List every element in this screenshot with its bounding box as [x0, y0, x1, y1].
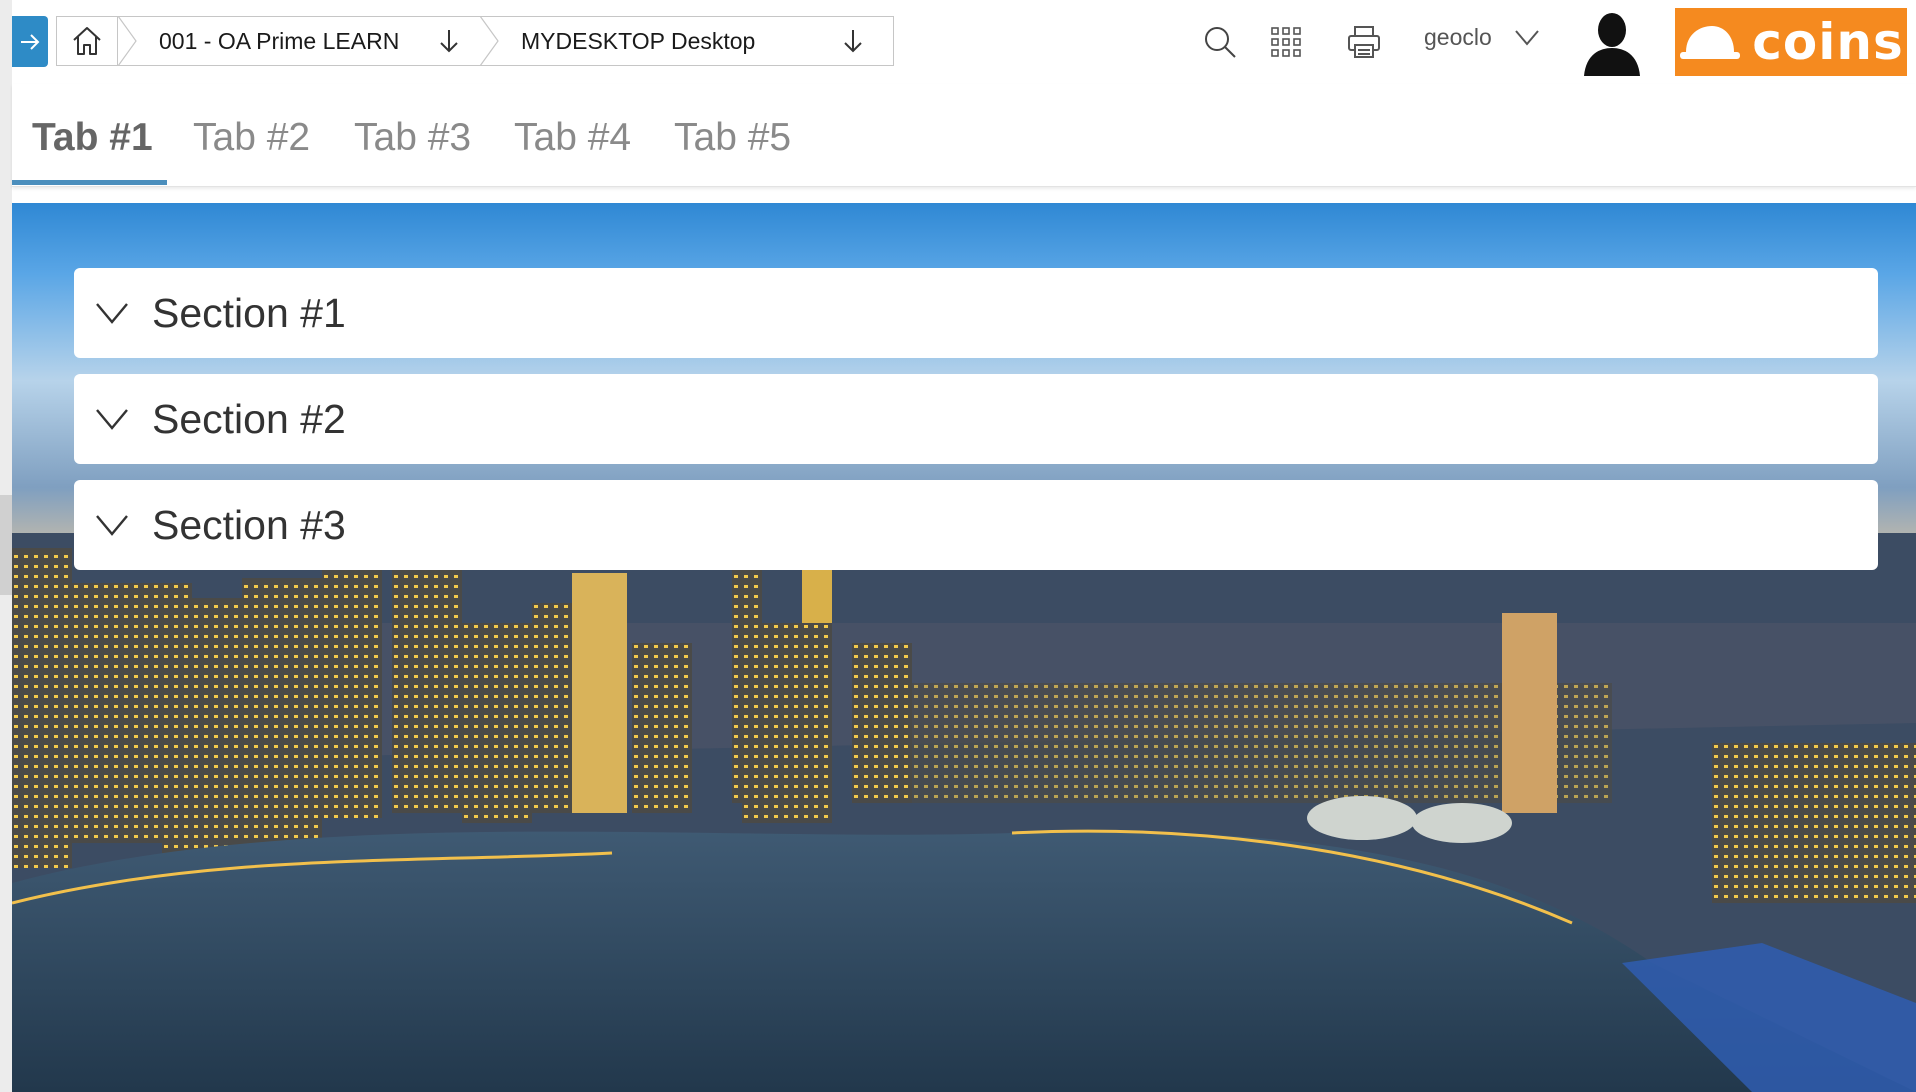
tab-3[interactable]: Tab #3: [354, 116, 471, 160]
arrow-down-icon: [440, 30, 458, 53]
section-1-label: Section #1: [152, 289, 346, 336]
section-2-header[interactable]: Section #2: [74, 374, 1878, 464]
section-2-label: Section #2: [152, 395, 346, 442]
section-1-header[interactable]: Section #1: [74, 268, 1878, 358]
logo-text: coins: [1752, 13, 1904, 71]
breadcrumb-separator: [117, 16, 137, 66]
chevron-down-icon: [96, 409, 128, 430]
company-selector[interactable]: 001 - OA Prime LEARN: [118, 16, 482, 66]
breadcrumb-separator: [479, 16, 499, 66]
tab-bar: Tab #1 Tab #2 Tab #3 Tab #4 Tab #5: [12, 84, 1916, 187]
apps-button[interactable]: [1262, 18, 1310, 66]
home-button[interactable]: [56, 16, 118, 66]
home-icon: [73, 27, 101, 55]
left-strip-shade: [0, 495, 12, 595]
section-3-header[interactable]: Section #3: [74, 480, 1878, 570]
arrow-right-icon: [21, 33, 40, 50]
tab-5[interactable]: Tab #5: [674, 116, 791, 160]
chevron-down-icon: [96, 515, 128, 536]
desktop-selector[interactable]: MYDESKTOP Desktop: [480, 16, 894, 66]
search-button[interactable]: [1196, 18, 1244, 66]
company-selector-label: 001 - OA Prime LEARN: [159, 27, 400, 54]
tab-2[interactable]: Tab #2: [193, 116, 310, 160]
user-name[interactable]: geoclo: [1424, 24, 1492, 51]
background-cityscape-image: Section #1 Section #2 Section #3: [12, 203, 1916, 1092]
tab-1[interactable]: Tab #1: [32, 116, 153, 160]
grid-icon: [1271, 27, 1301, 57]
print-button[interactable]: [1340, 18, 1388, 66]
section-3-label: Section #3: [152, 501, 346, 548]
active-tab-indicator: [12, 180, 167, 185]
hard-hat-icon: [1680, 26, 1741, 59]
left-edge-strip: [0, 0, 12, 1092]
printer-icon: [1348, 26, 1380, 58]
arrow-down-icon: [844, 30, 862, 53]
desktop-selector-label: MYDESKTOP Desktop: [521, 27, 756, 54]
user-silhouette-icon[interactable]: [1580, 10, 1644, 76]
tab-4[interactable]: Tab #4: [514, 116, 631, 160]
coins-logo[interactable]: coins: [1675, 8, 1907, 76]
chevron-down-icon[interactable]: [1514, 26, 1540, 48]
nav-toggle-button[interactable]: [12, 16, 48, 67]
search-icon: [1205, 27, 1236, 58]
chevron-down-icon: [96, 303, 128, 324]
